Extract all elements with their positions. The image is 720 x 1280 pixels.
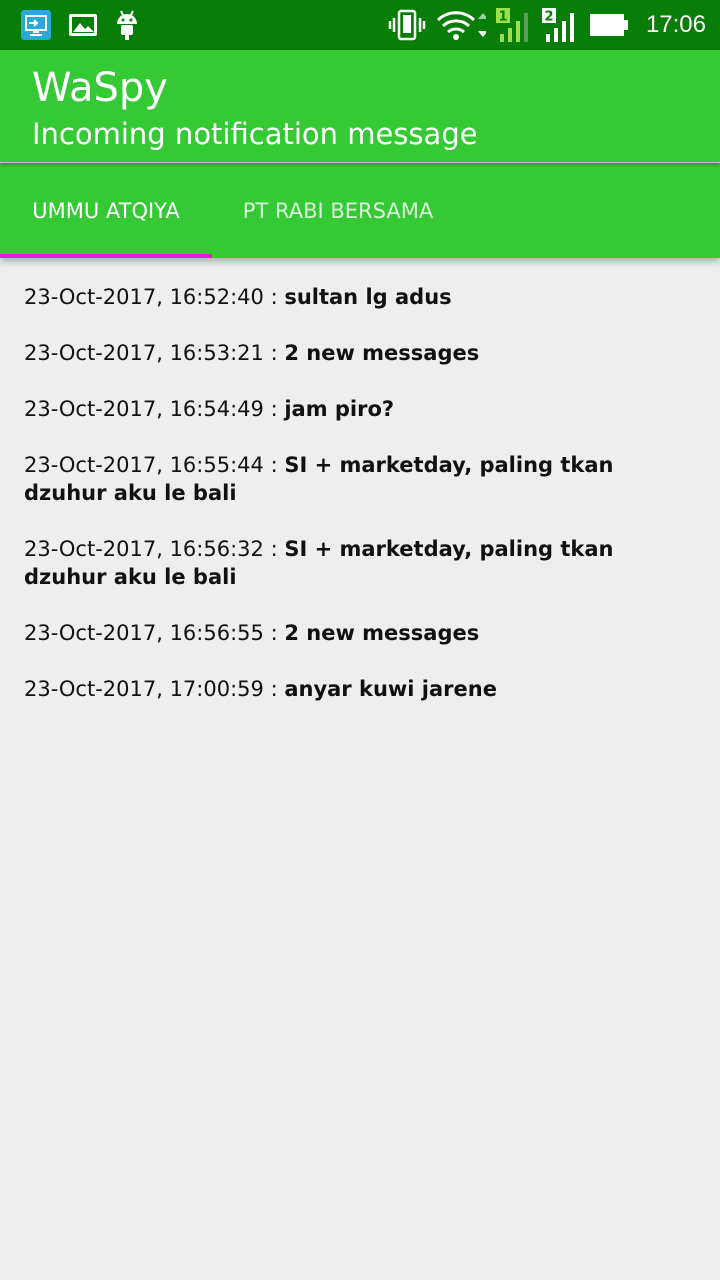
message-timestamp: 23-Oct-2017, 16:56:32 bbox=[24, 537, 264, 561]
tab-bar: UMMU ATQIYA PT RABI BERSAMA bbox=[0, 163, 720, 258]
message-item: 23-Oct-2017, 17:00:59 : anyar kuwi jaren… bbox=[24, 675, 696, 703]
screencast-icon bbox=[20, 9, 52, 41]
sim1-label: 1 bbox=[498, 10, 507, 25]
message-timestamp: 23-Oct-2017, 16:52:40 bbox=[24, 285, 264, 309]
notification-icons bbox=[0, 9, 140, 41]
message-separator: : bbox=[263, 537, 285, 561]
message-separator: : bbox=[263, 677, 285, 701]
sim2-label: 2 bbox=[544, 10, 553, 25]
message-text: 2 new messages bbox=[284, 621, 480, 645]
message-separator: : bbox=[263, 397, 285, 421]
android-icon bbox=[114, 9, 140, 41]
message-item: 23-Oct-2017, 16:56:55 : 2 new messages bbox=[24, 619, 696, 647]
tab-label: UMMU ATQIYA bbox=[32, 198, 180, 223]
message-separator: : bbox=[263, 285, 285, 309]
image-icon bbox=[68, 12, 98, 38]
signal-sim1-icon: 1 bbox=[495, 8, 532, 42]
message-text: anyar kuwi jarene bbox=[284, 677, 497, 701]
message-item: 23-Oct-2017, 16:52:40 : sultan lg adus bbox=[24, 283, 696, 311]
message-item: 23-Oct-2017, 16:54:49 : jam piro? bbox=[24, 395, 696, 423]
message-timestamp: 23-Oct-2017, 16:53:21 bbox=[24, 341, 264, 365]
message-timestamp: 23-Oct-2017, 16:56:55 bbox=[24, 621, 264, 645]
vibrate-icon bbox=[388, 9, 426, 41]
selected-tab-indicator bbox=[0, 254, 212, 258]
message-separator: : bbox=[263, 341, 285, 365]
wifi-icon bbox=[436, 9, 486, 41]
app-bar: WaSpy Incoming notification message bbox=[0, 50, 720, 162]
message-text: jam piro? bbox=[284, 397, 395, 421]
message-timestamp: 23-Oct-2017, 17:00:59 bbox=[24, 677, 264, 701]
message-timestamp: 23-Oct-2017, 16:55:44 bbox=[24, 453, 264, 477]
status-bar: 1 2 17:06 bbox=[0, 0, 720, 50]
message-item: 23-Oct-2017, 16:56:32 : SI + marketday, … bbox=[24, 535, 696, 591]
signal-sim2-icon: 2 bbox=[541, 8, 578, 42]
clock: 17:06 bbox=[645, 11, 706, 38]
message-separator: : bbox=[263, 621, 285, 645]
message-list: 23-Oct-2017, 16:52:40 : sultan lg adus 2… bbox=[24, 283, 696, 731]
message-text: sultan lg adus bbox=[284, 285, 452, 309]
app-title: WaSpy bbox=[32, 65, 168, 111]
message-item: 23-Oct-2017, 16:55:44 : SI + marketday, … bbox=[24, 451, 696, 507]
message-timestamp: 23-Oct-2017, 16:54:49 bbox=[24, 397, 264, 421]
system-icons: 1 2 17:06 bbox=[388, 8, 720, 42]
battery-icon bbox=[588, 12, 630, 38]
tab-pt-rabi-bersama[interactable]: PT RABI BERSAMA bbox=[212, 163, 464, 258]
tab-label: PT RABI BERSAMA bbox=[242, 198, 434, 223]
message-text: 2 new messages bbox=[284, 341, 480, 365]
app-subtitle: Incoming notification message bbox=[32, 117, 478, 151]
tab-ummu-atqiya[interactable]: UMMU ATQIYA bbox=[0, 163, 212, 258]
message-item: 23-Oct-2017, 16:53:21 : 2 new messages bbox=[24, 339, 696, 367]
message-separator: : bbox=[263, 453, 285, 477]
